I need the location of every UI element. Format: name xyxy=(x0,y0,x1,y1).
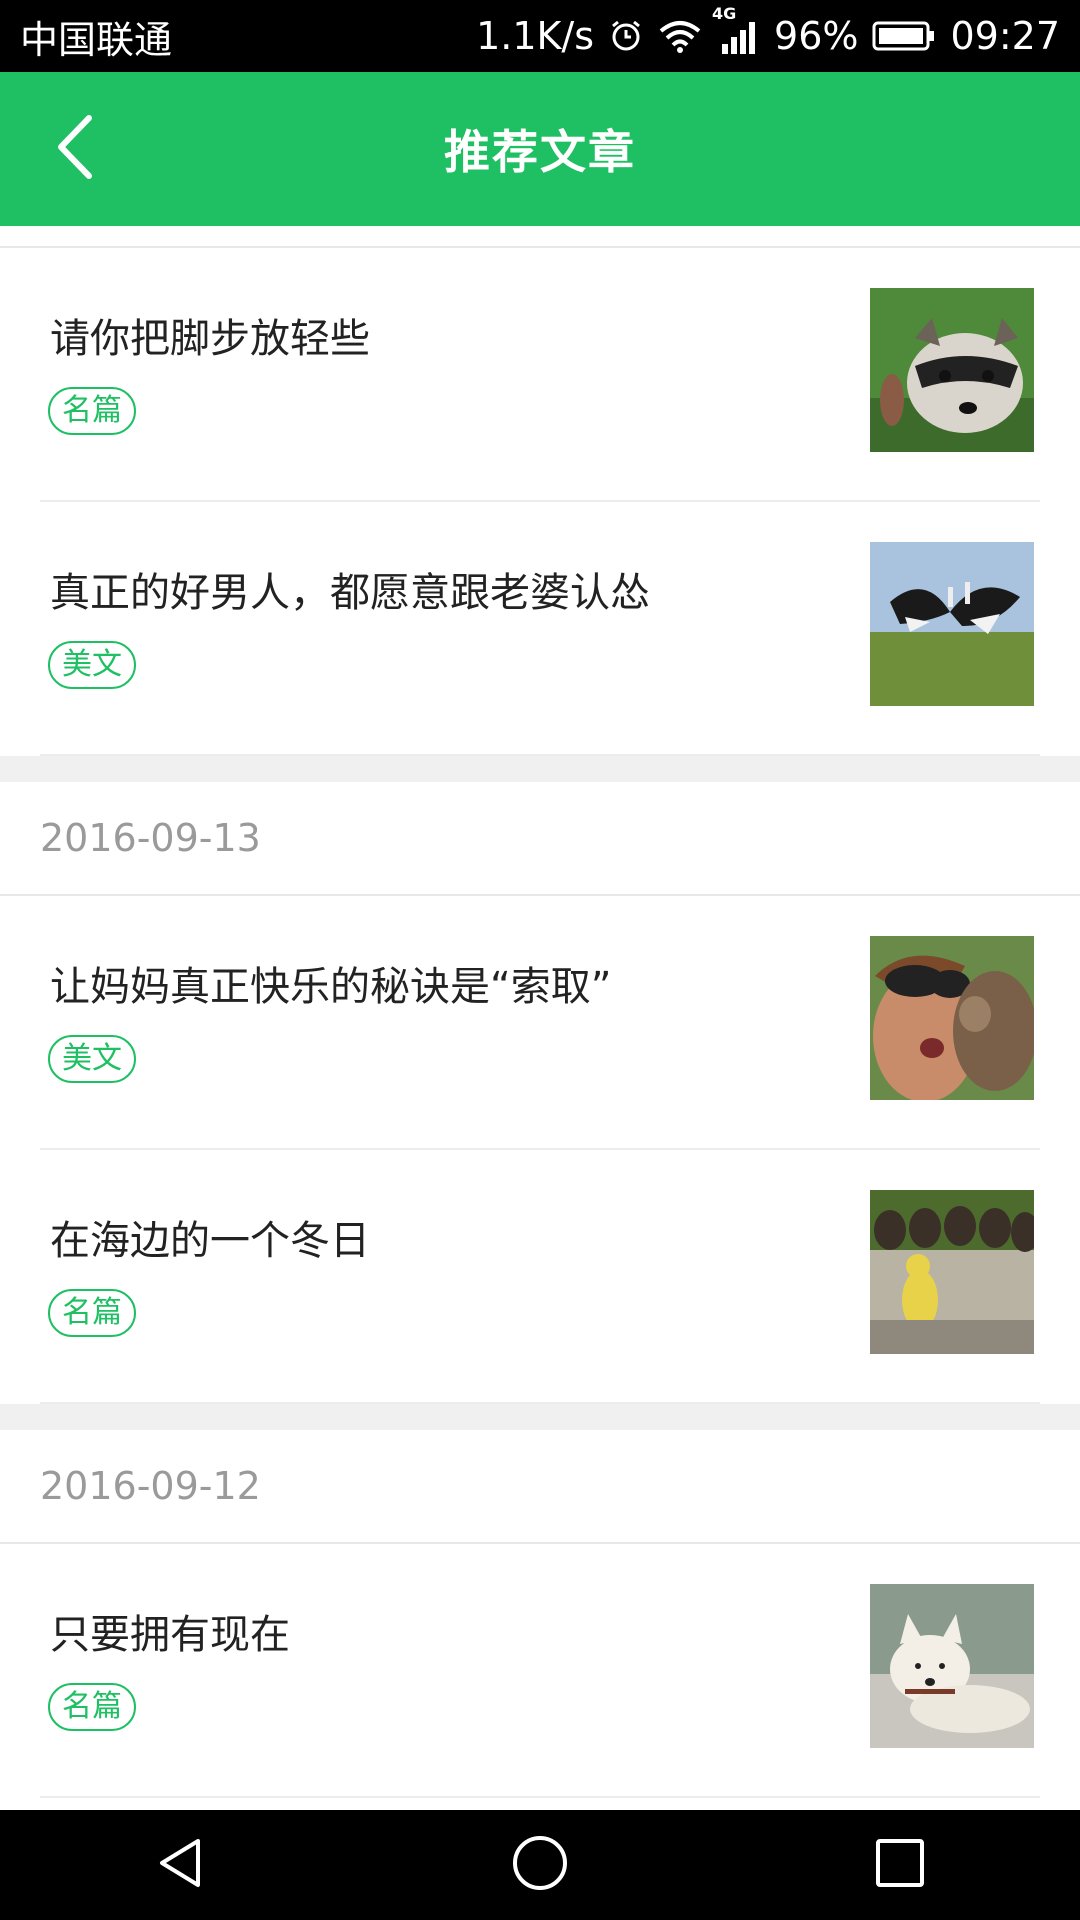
network-speed: 1.1K/s xyxy=(476,14,595,58)
alarm-icon xyxy=(608,18,644,54)
page-title: 推荐文章 xyxy=(444,125,636,179)
nav-recents-button[interactable] xyxy=(855,1820,945,1910)
navigation-bar xyxy=(0,1810,1080,1920)
article-title: 只要拥有现在 xyxy=(50,1612,290,1658)
clock: 09:27 xyxy=(950,14,1060,58)
article-tag: 美文 xyxy=(48,641,136,689)
nav-back-button[interactable] xyxy=(135,1820,225,1910)
status-bar: 中国联通 1.1K/s 4G 96% 09:27 xyxy=(0,0,1080,72)
divider xyxy=(40,1796,1040,1798)
section-gap xyxy=(0,756,1080,782)
section-gap xyxy=(0,1404,1080,1430)
article-thumbnail xyxy=(870,288,1034,452)
carrier-label: 中国联通 xyxy=(20,17,173,62)
article-item[interactable]: 让妈妈真正快乐的秘诀是“索取” 美文 xyxy=(0,896,1080,1148)
battery-icon xyxy=(872,20,936,52)
home-circle-icon xyxy=(510,1833,570,1897)
article-title: 让妈妈真正快乐的秘诀是“索取” xyxy=(50,964,612,1010)
article-thumbnail xyxy=(870,1190,1034,1354)
article-thumbnail xyxy=(870,542,1034,706)
nav-home-button[interactable] xyxy=(495,1820,585,1910)
date-header: 2016-09-13 xyxy=(40,816,261,860)
wifi-icon xyxy=(658,18,702,54)
article-item[interactable]: 只要拥有现在 名篇 xyxy=(0,1544,1080,1796)
article-title: 在海边的一个冬日 xyxy=(50,1218,370,1264)
date-header: 2016-09-12 xyxy=(40,1464,261,1508)
article-list[interactable]: 请你把脚步放轻些 名篇 真正的好男人，都愿意跟老婆认怂 美文 2016-09-1… xyxy=(0,226,1080,1810)
article-tag: 美文 xyxy=(48,1035,136,1083)
article-thumbnail xyxy=(870,936,1034,1100)
article-item[interactable]: 真正的好男人，都愿意跟老婆认怂 美文 xyxy=(0,502,1080,754)
battery-percent: 96% xyxy=(774,14,859,58)
article-item[interactable]: 请你把脚步放轻些 名篇 xyxy=(0,248,1080,500)
article-thumbnail xyxy=(870,1584,1034,1748)
app-bar: 推荐文章 xyxy=(0,72,1080,226)
back-triangle-icon xyxy=(152,1835,208,1895)
signal-icon: 4G xyxy=(712,4,760,54)
screen: 中国联通 1.1K/s 4G 96% 09:27 推荐文章 请你把脚步放轻些 名… xyxy=(0,0,1080,1920)
article-tag: 名篇 xyxy=(48,1289,136,1337)
article-item[interactable]: 在海边的一个冬日 名篇 xyxy=(0,1150,1080,1402)
article-title: 真正的好男人，都愿意跟老婆认怂 xyxy=(50,570,650,616)
recents-square-icon xyxy=(872,1835,928,1895)
article-tag: 名篇 xyxy=(48,1683,136,1731)
article-tag: 名篇 xyxy=(48,387,136,435)
article-title: 请你把脚步放轻些 xyxy=(50,316,370,362)
network-type: 4G xyxy=(712,4,737,23)
